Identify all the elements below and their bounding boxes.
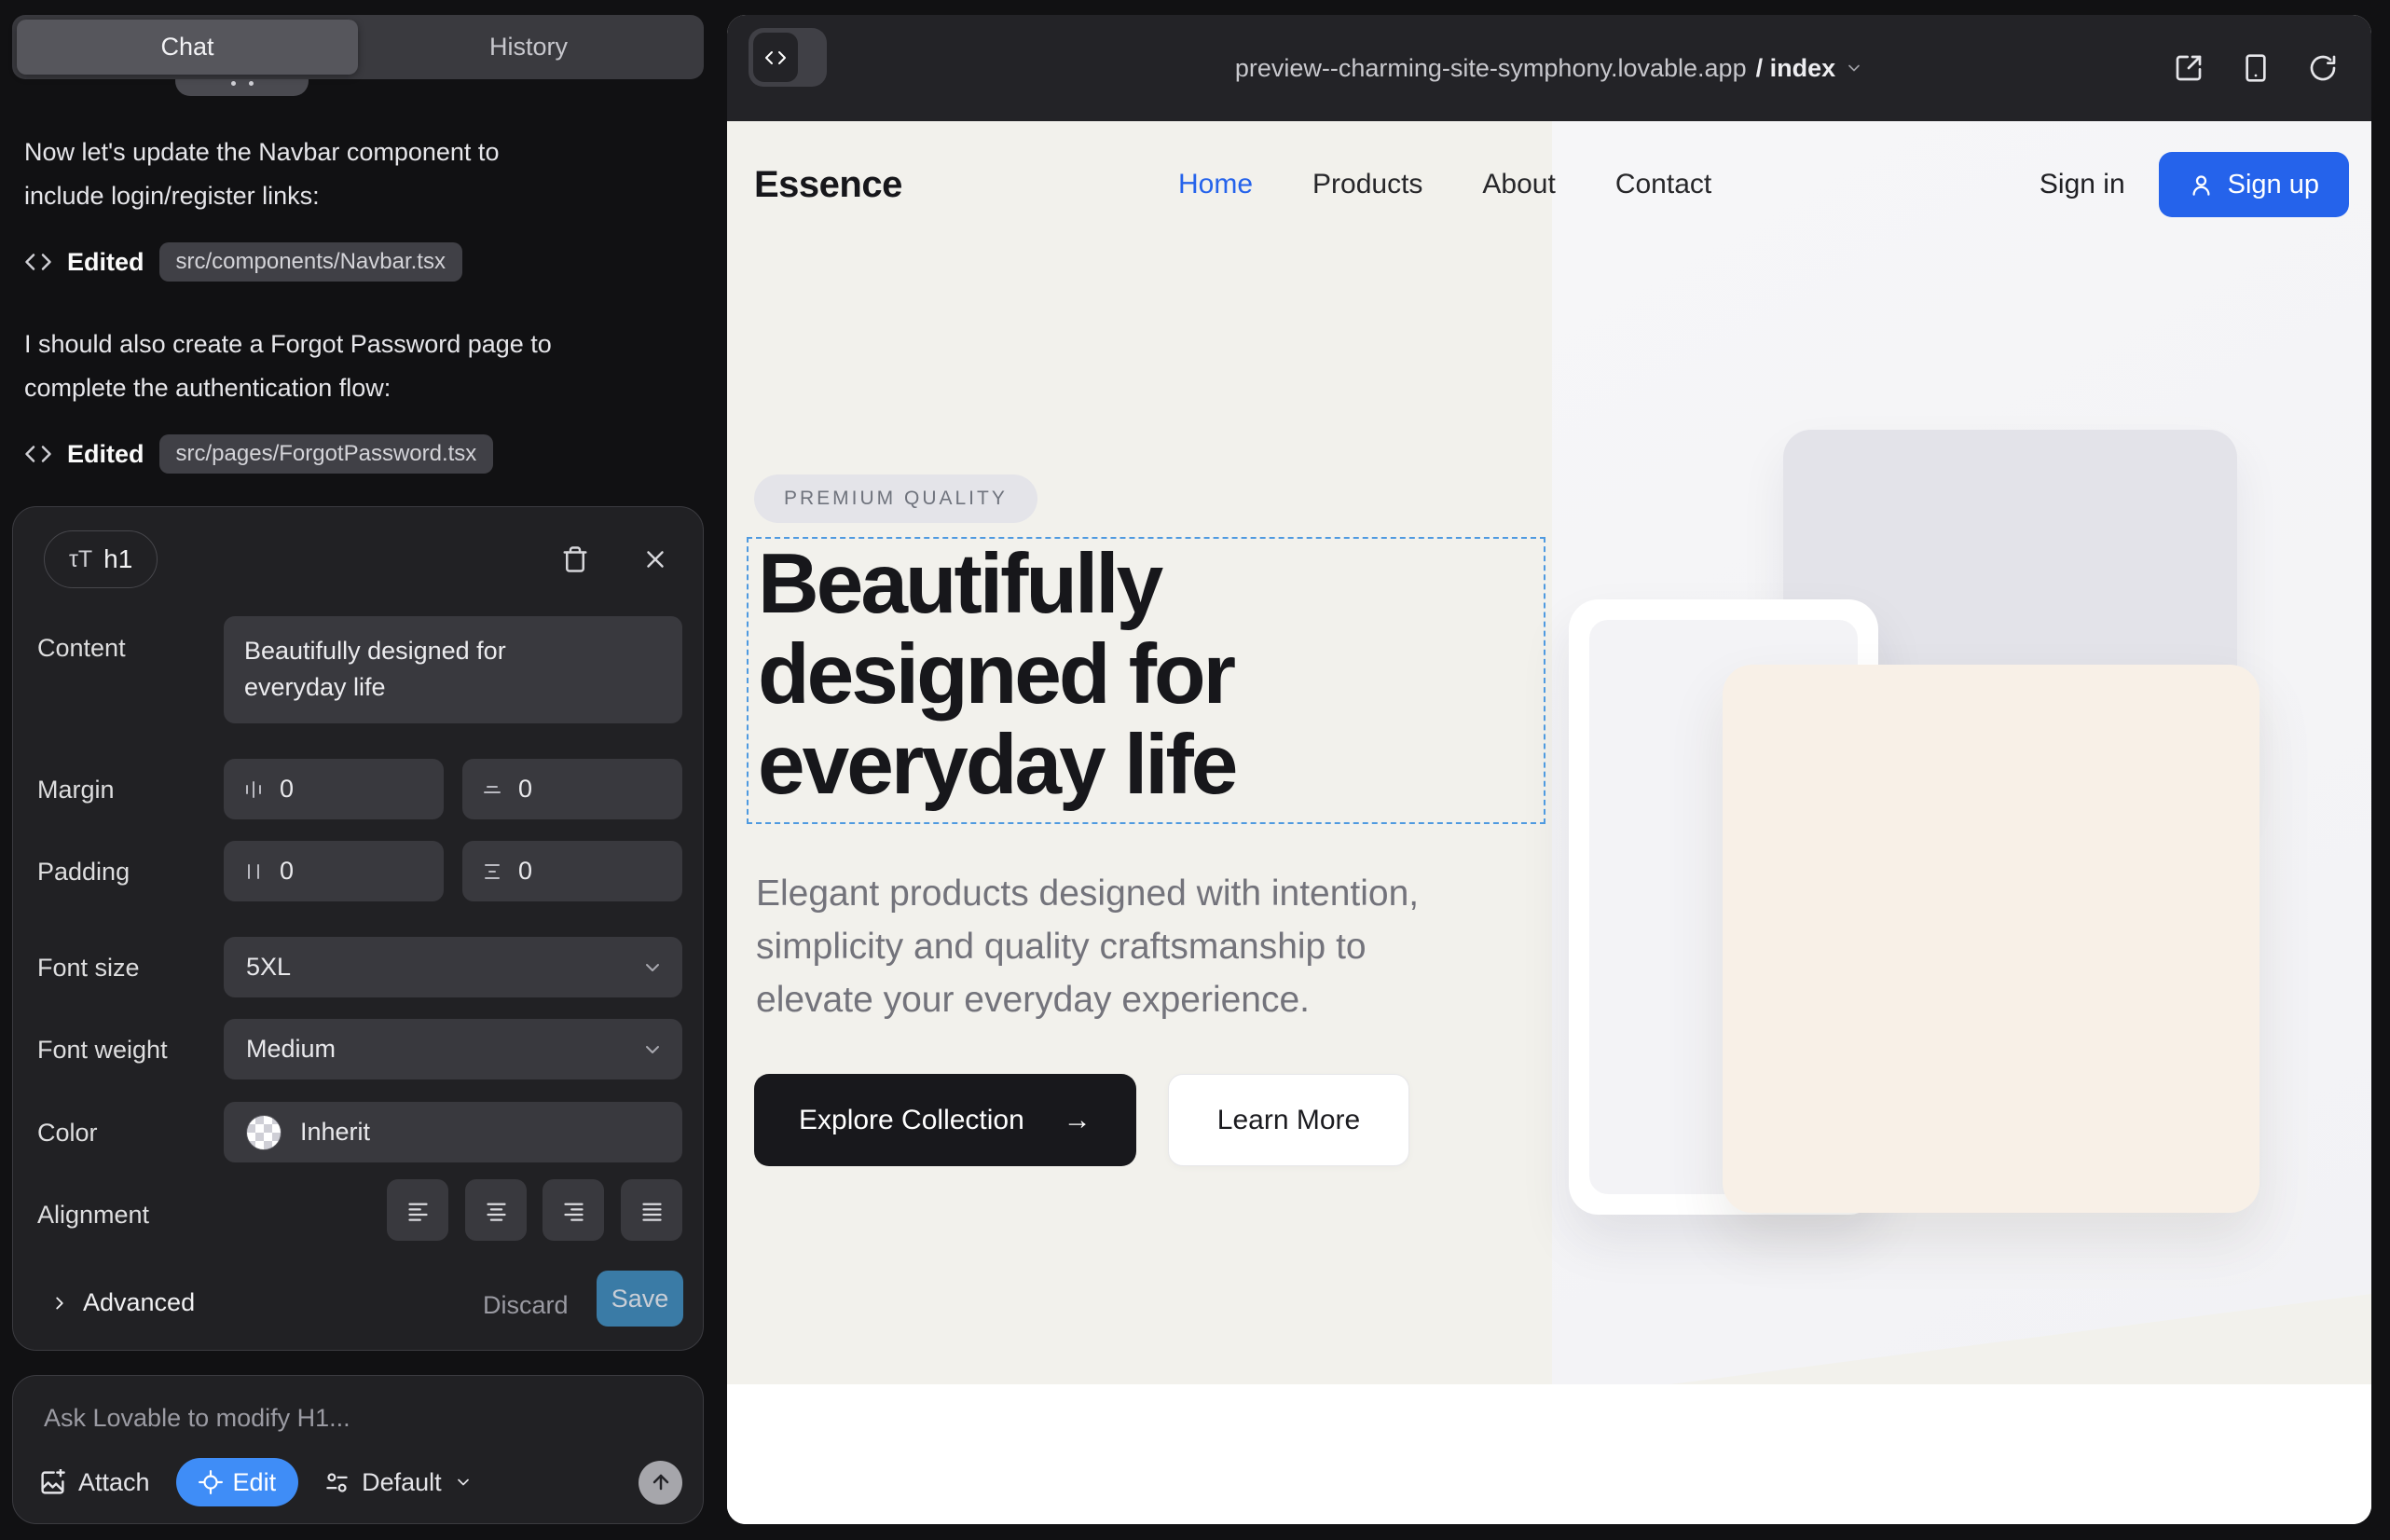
chevron-down-icon	[1845, 59, 1863, 77]
edited-label: Edited	[67, 440, 144, 469]
explore-collection-button[interactable]: Explore Collection →	[754, 1074, 1136, 1166]
padding-vertical-icon	[481, 860, 503, 883]
hero-paragraph: Elegant products designed with intention…	[756, 867, 1419, 1026]
font-size-select[interactable]: 5XL	[224, 937, 682, 997]
trash-icon	[561, 545, 589, 573]
url-bar[interactable]: preview--charming-site-symphony.lovable.…	[727, 15, 2371, 121]
code-icon	[24, 248, 52, 276]
refresh-button[interactable]	[2308, 53, 2338, 83]
align-center-button[interactable]	[465, 1179, 527, 1241]
nav-link-home[interactable]: Home	[1178, 169, 1253, 200]
font-weight-select[interactable]: Medium	[224, 1019, 682, 1079]
file-badge[interactable]: src/pages/ForgotPassword.tsx	[159, 434, 494, 474]
align-left-button[interactable]	[387, 1179, 448, 1241]
typography-icon: τT	[69, 546, 92, 573]
browser-chrome: preview--charming-site-symphony.lovable.…	[727, 15, 2371, 121]
align-right-button[interactable]	[543, 1179, 604, 1241]
element-tag-name: h1	[103, 544, 132, 574]
padding-x-input[interactable]: 0	[224, 841, 444, 901]
hero-heading[interactable]: Beautifully designed for everyday life	[758, 539, 1235, 810]
save-button[interactable]: Save	[597, 1271, 683, 1327]
color-select[interactable]: Inherit	[224, 1102, 682, 1162]
chat-message: I should also create a Forgot Password p…	[24, 323, 695, 410]
external-link-icon	[2174, 53, 2204, 83]
close-inspector-button[interactable]	[641, 545, 669, 573]
padding-label: Padding	[37, 858, 130, 887]
tab-chat[interactable]: Chat	[17, 20, 358, 75]
user-icon	[2189, 172, 2214, 198]
chevron-right-icon	[49, 1293, 70, 1313]
sign-up-button[interactable]: Sign up	[2159, 152, 2349, 217]
open-external-button[interactable]	[2174, 53, 2204, 83]
attach-button[interactable]: Attach	[39, 1468, 150, 1497]
advanced-expander[interactable]: Advanced	[49, 1288, 195, 1317]
target-icon	[199, 1470, 223, 1494]
margin-y-input[interactable]: 0	[462, 759, 682, 819]
send-button[interactable]	[639, 1461, 682, 1505]
composer: Ask Lovable to modify H1... Attach Edit …	[12, 1375, 704, 1524]
chevron-down-icon	[641, 956, 664, 979]
align-center-icon	[484, 1198, 509, 1223]
smartphone-icon	[2241, 53, 2271, 83]
chevron-down-icon	[641, 1038, 664, 1061]
decor-card-cream	[1723, 665, 2260, 1213]
padding-horizontal-icon	[242, 860, 265, 883]
file-badge[interactable]: src/components/Navbar.tsx	[159, 242, 462, 282]
font-weight-label: Font weight	[37, 1036, 168, 1065]
nav-link-contact[interactable]: Contact	[1615, 169, 1711, 200]
content-input[interactable]: Beautifully designed for everyday life	[224, 616, 682, 723]
element-tag-pill[interactable]: τT h1	[44, 530, 158, 588]
align-justify-icon	[639, 1198, 665, 1223]
learn-more-button[interactable]: Learn More	[1168, 1074, 1409, 1166]
next-section	[727, 1384, 2371, 1524]
color-label: Color	[37, 1119, 98, 1148]
transparency-swatch-icon	[246, 1115, 282, 1150]
align-right-icon	[561, 1198, 586, 1223]
font-size-label: Font size	[37, 954, 140, 983]
nav-link-products[interactable]: Products	[1312, 169, 1422, 200]
site-viewport: Essence Home Products About Contact Sign…	[727, 121, 2371, 1524]
sliders-icon	[324, 1470, 350, 1495]
chat-history-tabs: Chat History	[12, 15, 704, 79]
edited-file-row: Edited src/components/Navbar.tsx	[24, 241, 462, 283]
element-inspector: τT h1 Content Beautifully designed for e…	[12, 506, 704, 1351]
mobile-view-button[interactable]	[2241, 53, 2271, 83]
refresh-icon	[2308, 53, 2338, 83]
site-logo[interactable]: Essence	[754, 149, 902, 220]
tab-history[interactable]: History	[358, 20, 699, 75]
margin-vertical-icon	[481, 778, 503, 801]
edited-file-row: Edited src/pages/ForgotPassword.tsx	[24, 433, 493, 475]
margin-x-input[interactable]: 0	[224, 759, 444, 819]
hero-badge: PREMIUM QUALITY	[754, 474, 1037, 523]
edited-label: Edited	[67, 248, 144, 277]
margin-label: Margin	[37, 776, 115, 804]
chat-message: Now let's update the Navbar component to…	[24, 131, 695, 218]
composer-input[interactable]: Ask Lovable to modify H1...	[44, 1404, 350, 1433]
padding-y-input[interactable]: 0	[462, 841, 682, 901]
image-plus-icon	[39, 1469, 66, 1496]
align-left-icon	[405, 1198, 431, 1223]
browser-preview: preview--charming-site-symphony.lovable.…	[727, 15, 2371, 1524]
margin-horizontal-icon	[242, 778, 265, 801]
sign-in-link[interactable]: Sign in	[2040, 169, 2125, 200]
site-navbar: Essence Home Products About Contact Sign…	[754, 149, 2349, 220]
arrow-right-icon: →	[1064, 1105, 1092, 1136]
align-justify-button[interactable]	[621, 1179, 682, 1241]
close-icon	[641, 545, 669, 573]
url-domain: preview--charming-site-symphony.lovable.…	[1235, 54, 1747, 83]
edit-mode-button[interactable]: Edit	[176, 1458, 299, 1506]
url-path: / index	[1756, 54, 1836, 83]
discard-button[interactable]: Discard	[483, 1291, 569, 1320]
model-select[interactable]: Default	[324, 1468, 473, 1497]
delete-element-button[interactable]	[561, 545, 589, 573]
code-icon	[24, 440, 52, 468]
alignment-label: Alignment	[37, 1201, 149, 1230]
chevron-down-icon	[454, 1473, 473, 1492]
nav-link-about[interactable]: About	[1482, 169, 1555, 200]
arrow-up-icon	[650, 1471, 672, 1493]
app-window: Chat History Now let's update the Navbar…	[0, 0, 2390, 1540]
content-label: Content	[37, 634, 126, 663]
